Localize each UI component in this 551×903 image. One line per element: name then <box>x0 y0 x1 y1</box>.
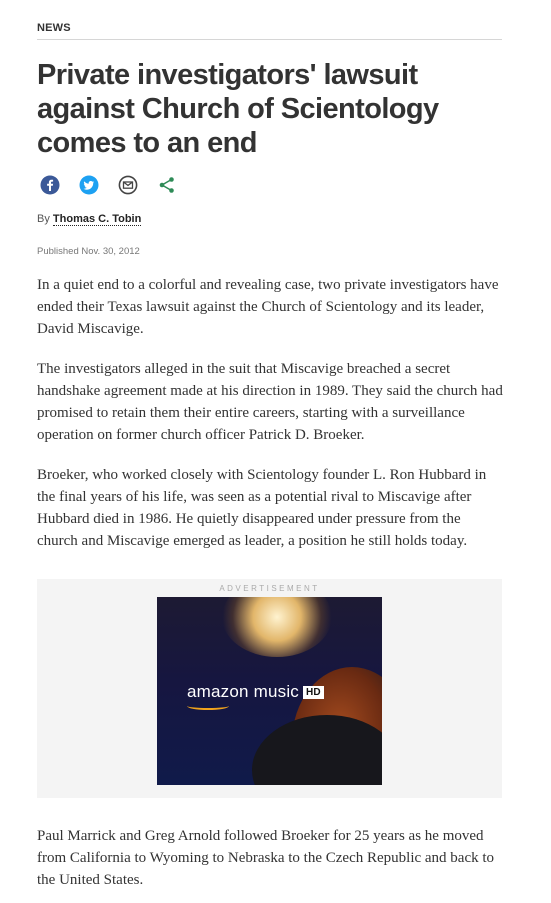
email-icon[interactable] <box>118 175 138 195</box>
ad-brand-name: amazon music <box>187 682 299 701</box>
share-icon[interactable] <box>157 175 177 195</box>
paragraph: Paul Marrick and Greg Arnold followed Br… <box>37 828 495 888</box>
chandelier-graphic <box>222 597 332 657</box>
section-divider <box>37 39 502 40</box>
shoulder-graphic <box>252 715 382 785</box>
paragraph: The investigators alleged in the suit th… <box>37 361 503 443</box>
published-date: Published Nov. 30, 2012 <box>37 246 140 257</box>
byline-prefix: By <box>37 213 50 225</box>
twitter-icon[interactable] <box>79 175 99 195</box>
byline: By Thomas C. Tobin <box>37 213 142 226</box>
amazon-smile-icon <box>187 702 229 710</box>
advertisement: ADVERTISEMENT amazon music HD <box>37 579 502 798</box>
ad-banner[interactable]: amazon music HD <box>157 597 382 785</box>
facebook-icon[interactable] <box>40 175 60 195</box>
advertisement-label: ADVERTISEMENT <box>219 584 320 593</box>
section-label[interactable]: NEWS <box>37 22 502 34</box>
ad-brand: amazon music HD <box>187 682 324 702</box>
ad-hd-badge: HD <box>303 686 324 699</box>
paragraph: In a quiet end to a colorful and reveali… <box>37 277 499 337</box>
author-link[interactable]: Thomas C. Tobin <box>52 213 142 226</box>
share-bar <box>40 175 177 195</box>
headline: Private investigators' lawsuit against C… <box>37 59 439 159</box>
paragraph: Broeker, who worked closely with Sciento… <box>37 467 487 549</box>
